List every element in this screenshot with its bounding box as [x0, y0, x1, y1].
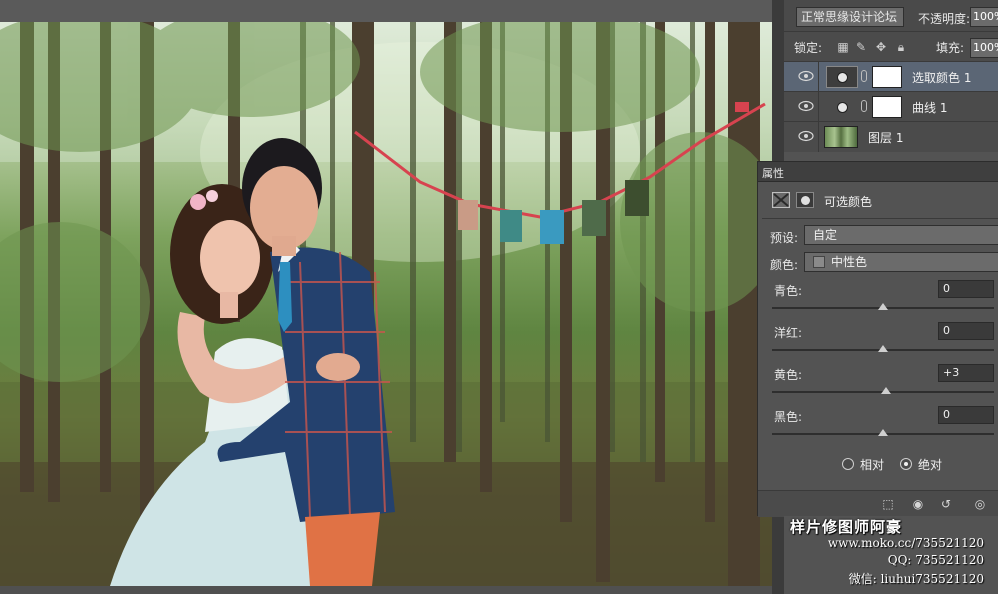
- layer-mask-thumbnail[interactable]: [872, 66, 902, 88]
- lock-all-icon[interactable]: 🔒︎: [894, 40, 908, 54]
- photo-canvas[interactable]: [0, 22, 772, 586]
- opacity-input[interactable]: 100%: [970, 7, 998, 27]
- watermark-title: 样片修图师阿豪: [790, 518, 903, 536]
- watermark-qq: QQ: 735521120: [887, 553, 984, 567]
- layers-panel: 正常思缘设计论坛 不透明度: 100% 锁定: ▦ ✎ ✥ 🔒︎ 填充: 100…: [784, 0, 998, 152]
- black-slider-thumb[interactable]: [878, 429, 888, 436]
- eye-icon[interactable]: [798, 70, 814, 82]
- selective-color-glyph: [773, 193, 789, 207]
- yellow-value-input[interactable]: +3: [938, 364, 994, 382]
- image-layer-thumbnail[interactable]: [824, 126, 858, 148]
- divider: [762, 218, 998, 219]
- magenta-value-input[interactable]: 0: [938, 322, 994, 340]
- slider-label-magenta: 洋红:: [774, 326, 803, 340]
- color-swatch: [813, 256, 825, 268]
- adjustment-layer-thumbnail[interactable]: [826, 66, 858, 88]
- reset-icon[interactable]: ↺: [936, 497, 956, 511]
- fill-label: 填充:: [936, 41, 965, 55]
- cyan-value-input[interactable]: 0: [938, 280, 994, 298]
- properties-panel: 属性 可选颜色 预设: 自定 颜色: 中性色 青色: 0 洋红: 0 黄色: +…: [757, 161, 998, 517]
- layers-options-row: 正常思缘设计论坛 不透明度: 100%: [784, 0, 998, 32]
- magenta-slider-thumb[interactable]: [878, 345, 888, 352]
- slider-label-black: 黑色:: [774, 410, 803, 424]
- layer-name[interactable]: 选取颜色 1: [912, 69, 971, 86]
- radio-relative[interactable]: [842, 458, 854, 470]
- lock-brush-icon[interactable]: ✎: [854, 40, 868, 54]
- view-previous-icon[interactable]: ◉: [908, 497, 928, 511]
- properties-title: 可选颜色: [824, 195, 873, 209]
- mask-dot: [801, 196, 810, 205]
- layer-separator: [818, 62, 819, 92]
- color-select[interactable]: 中性色: [804, 252, 998, 272]
- lock-label: 锁定:: [794, 41, 823, 55]
- preset-select[interactable]: 自定: [804, 225, 998, 245]
- selective-color-icon[interactable]: [772, 192, 790, 208]
- layer-row-image[interactable]: 图层 1: [784, 121, 998, 152]
- black-slider[interactable]: [772, 429, 994, 436]
- properties-header: 属性: [758, 162, 998, 182]
- slider-label-yellow: 黄色:: [774, 368, 803, 382]
- chain-link-icon[interactable]: [861, 100, 867, 112]
- opacity-label: 不透明度:: [918, 12, 971, 26]
- radio-absolute[interactable]: [900, 458, 912, 470]
- lock-position-icon[interactable]: ✥: [874, 40, 888, 54]
- fill-input[interactable]: 100%: [970, 38, 998, 58]
- yellow-slider-thumb[interactable]: [881, 387, 892, 394]
- clip-to-layer-icon[interactable]: ⬚: [878, 497, 898, 511]
- adjustment-icon: [837, 102, 848, 113]
- layer-mask-thumbnail[interactable]: [872, 96, 902, 118]
- radio-relative-label[interactable]: 相对: [860, 456, 884, 473]
- properties-title-row: 可选颜色: [758, 188, 998, 214]
- lock-transparency-icon[interactable]: ▦: [836, 40, 850, 54]
- layer-separator: [818, 122, 819, 152]
- magenta-slider[interactable]: [772, 345, 994, 352]
- color-select-value: 中性色: [831, 255, 868, 269]
- layer-separator: [818, 92, 819, 122]
- canvas-bottom-bar: [0, 586, 772, 594]
- watermark-wechat: 微信: liuhui735521120: [848, 572, 984, 586]
- mask-icon[interactable]: [796, 192, 814, 208]
- radio-absolute-label[interactable]: 绝对: [918, 456, 942, 473]
- tab-properties[interactable]: 属性: [762, 165, 784, 181]
- layer-row-selective-color[interactable]: 选取颜色 1: [784, 61, 998, 92]
- forest-couple-photo: [0, 22, 772, 586]
- eye-icon[interactable]: [798, 100, 814, 112]
- visibility-eye-icon[interactable]: ◎: [970, 497, 990, 511]
- watermark-site: www.moko.cc/735521120: [827, 536, 984, 550]
- layer-name[interactable]: 曲线 1: [912, 99, 947, 116]
- black-value-input[interactable]: 0: [938, 406, 994, 424]
- eye-icon[interactable]: [798, 130, 814, 142]
- yellow-slider[interactable]: [772, 387, 994, 394]
- cyan-slider[interactable]: [772, 303, 994, 310]
- slider-label-cyan: 青色:: [774, 284, 803, 298]
- canvas-top-bar: [0, 0, 772, 22]
- layer-name[interactable]: 图层 1: [868, 129, 903, 146]
- lock-row: 锁定: ▦ ✎ ✥ 🔒︎ 填充: 100%: [784, 33, 998, 61]
- color-label: 颜色:: [770, 258, 799, 272]
- blend-mode-select[interactable]: 正常思缘设计论坛: [796, 7, 904, 27]
- adjustment-icon: [837, 72, 848, 83]
- layer-row-curves[interactable]: 曲线 1: [784, 91, 998, 122]
- properties-footer: ⬚ ◉ ↺ ◎: [758, 490, 998, 517]
- chain-link-icon[interactable]: [861, 70, 867, 82]
- watermark: 样片修图师阿豪 www.moko.cc/735521120 QQ: 735521…: [784, 516, 998, 594]
- preset-label: 预设:: [770, 231, 799, 245]
- cyan-slider-thumb[interactable]: [878, 303, 888, 310]
- adjustment-layer-thumbnail[interactable]: [826, 96, 858, 118]
